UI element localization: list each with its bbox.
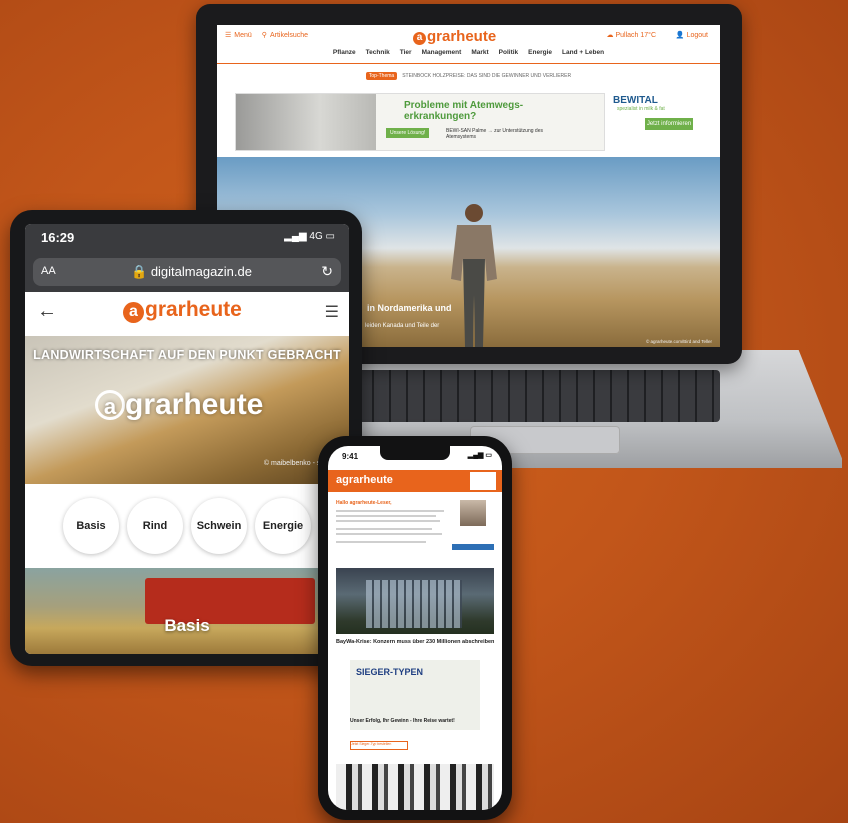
hamburger-icon: ☰ [225, 32, 232, 39]
nav-item-management[interactable]: Management [422, 49, 462, 63]
battery-icon: ▭ [325, 231, 335, 242]
text-line [336, 515, 436, 517]
newsletter-badge [470, 472, 496, 490]
nav-item-technik[interactable]: Technik [366, 49, 390, 63]
menu-button[interactable]: ☰ Menü [225, 31, 252, 40]
lock-icon: 🔒 [131, 264, 148, 279]
status-time: 16:29 [41, 230, 75, 245]
logout-button[interactable]: 👤 Logout [676, 31, 708, 39]
nav-item-tier[interactable]: Tier [400, 49, 412, 63]
author-portrait [460, 500, 486, 526]
top-topic-text: STEINBOCK HOLZPREISE: DAS SIND DIE GEWIN… [402, 73, 572, 79]
phone-signal-icon: ▂▄▆ ▭ [467, 452, 492, 459]
text-line [336, 533, 442, 535]
signal-bars-icon: ▂▄▆ [284, 231, 310, 242]
building-windows [366, 580, 462, 628]
search-icon: ⚲ [261, 32, 267, 39]
newsletter-greeting: Hallo agrarheute-Leser, [336, 500, 392, 506]
category-row: Basis Rind Schwein Energie [25, 486, 349, 566]
slogan: LANDWIRTSCHAFT AUF DEN PUNKT GEBRACHT [33, 348, 341, 362]
article-title[interactable]: BayWa-Krise: Konzern muss über 230 Milli… [336, 639, 494, 645]
hero-credit: © agrarheute.com/Bird and Teller [645, 339, 712, 344]
tablet-site-header: ← a grarheute ☰ [25, 292, 349, 337]
phone-notch [380, 446, 450, 460]
phone-logo[interactable]: agrarheute [336, 474, 393, 486]
phone-time: 9:41 [342, 452, 359, 461]
hero-subcaption: leiden Kanada und Teile der [365, 323, 440, 329]
main-nav: Pflanze Technik Tier Management Markt Po… [217, 49, 720, 64]
newsletter-intro [328, 508, 448, 548]
url-bar[interactable]: AA 🔒 digitalmagazin.de ↻ [33, 258, 341, 286]
laptop-keyboard [340, 370, 720, 422]
nav-item-markt[interactable]: Markt [471, 49, 488, 63]
nav-item-energie[interactable]: Energie [528, 49, 552, 63]
site-logo[interactable]: a grarheute [413, 28, 496, 45]
newsletter-header: agrarheute [328, 470, 502, 492]
ad-headline: Probleme mit Atemwegs-erkrankungen? [404, 100, 524, 122]
ad-bewital[interactable]: BEWITAL spezialist in milk & fat Jetzt i… [609, 93, 701, 149]
category-schwein[interactable]: Schwein [191, 498, 247, 554]
weather-cloud-icon: ☁ [606, 32, 614, 39]
ad-subtext: BEWI-SAN Palme → zur Unterstützung des A… [446, 128, 543, 140]
text-size-button[interactable]: AA [41, 265, 56, 277]
text-line [336, 528, 432, 530]
user-icon: 👤 [675, 32, 685, 39]
tablet-screen: 16:29 ▂▄▆ 4G ▭ AA 🔒 digitalmagazin.de ↻ … [25, 224, 349, 654]
section-image[interactable]: Basis [25, 568, 349, 654]
signal-indicator: ▂▄▆ 4G ▭ [284, 231, 335, 242]
tablet-logo[interactable]: a grarheute [123, 298, 242, 323]
search-button[interactable]: ⚲ Artikelsuche [261, 31, 308, 40]
reload-icon[interactable]: ↻ [321, 263, 333, 280]
phone-status-bar: 9:41 ▂▄▆ ▭ [328, 446, 502, 466]
ad-tagline: spezialist in milk & fat [617, 106, 665, 112]
browser-toolbar: AA 🔒 digitalmagazin.de ↻ [25, 254, 349, 292]
ad-brand: BEWITAL [613, 95, 658, 106]
author-button[interactable] [452, 544, 494, 550]
weather-widget[interactable]: ☁ Pullach 17°C [607, 31, 657, 39]
ad-card-title: SIEGER-TYPEN [356, 667, 424, 677]
category-energie[interactable]: Energie [255, 498, 311, 554]
farmer-figure [451, 204, 497, 347]
phone-screen: 9:41 ▂▄▆ ▭ agrarheute Hallo agrarheute-L… [328, 446, 502, 810]
category-rind[interactable]: Rind [127, 498, 183, 554]
category-basis[interactable]: Basis [63, 498, 119, 554]
hamburger-icon[interactable]: ☰ [325, 302, 339, 322]
ad-info-button[interactable]: Jetzt informieren [645, 118, 693, 130]
hero-caption: in Nordamerika und [367, 303, 452, 313]
ad-calf-image [236, 94, 376, 150]
nav-item-land-leben[interactable]: Land + Leben [562, 49, 604, 63]
article-image-building[interactable] [336, 568, 494, 634]
top-topic-bar[interactable]: Top-Thema STEINBOCK HOLZPREISE: DAS SIND… [217, 71, 720, 81]
tablet-hero: LANDWIRTSCHAFT AUF DEN PUNKT GEBRACHT ag… [25, 336, 349, 484]
text-line [336, 541, 426, 543]
text-line [336, 510, 444, 512]
ad-solution-button[interactable]: Unsere Lösung! [386, 128, 430, 138]
text-line [336, 520, 440, 522]
article-image-cows[interactable] [336, 764, 494, 810]
tablet-status-bar: 16:29 ▂▄▆ 4G ▭ [25, 224, 349, 254]
promo-title[interactable]: Unser Erfolg, Ihr Gewinn - Ihre Reise wa… [350, 718, 455, 724]
top-topic-tag: Top-Thema [365, 72, 398, 80]
ad-banner[interactable]: Probleme mit Atemwegs-erkrankungen? Unse… [235, 93, 605, 151]
hero-brand: a grarheute [95, 388, 263, 422]
nav-item-politik[interactable]: Politik [499, 49, 519, 63]
nav-item-pflanze[interactable]: Pflanze [333, 49, 356, 63]
promo-button[interactable]: Jetzt Sieger-Typ bestellen [350, 741, 408, 750]
section-title: Basis [164, 616, 210, 635]
laptop-header: ☰ Menü ⚲ Artikelsuche a grarheute ☁ Pulla… [217, 25, 720, 45]
url-text: 🔒 digitalmagazin.de [131, 264, 252, 279]
back-arrow-icon[interactable]: ← [37, 300, 57, 323]
